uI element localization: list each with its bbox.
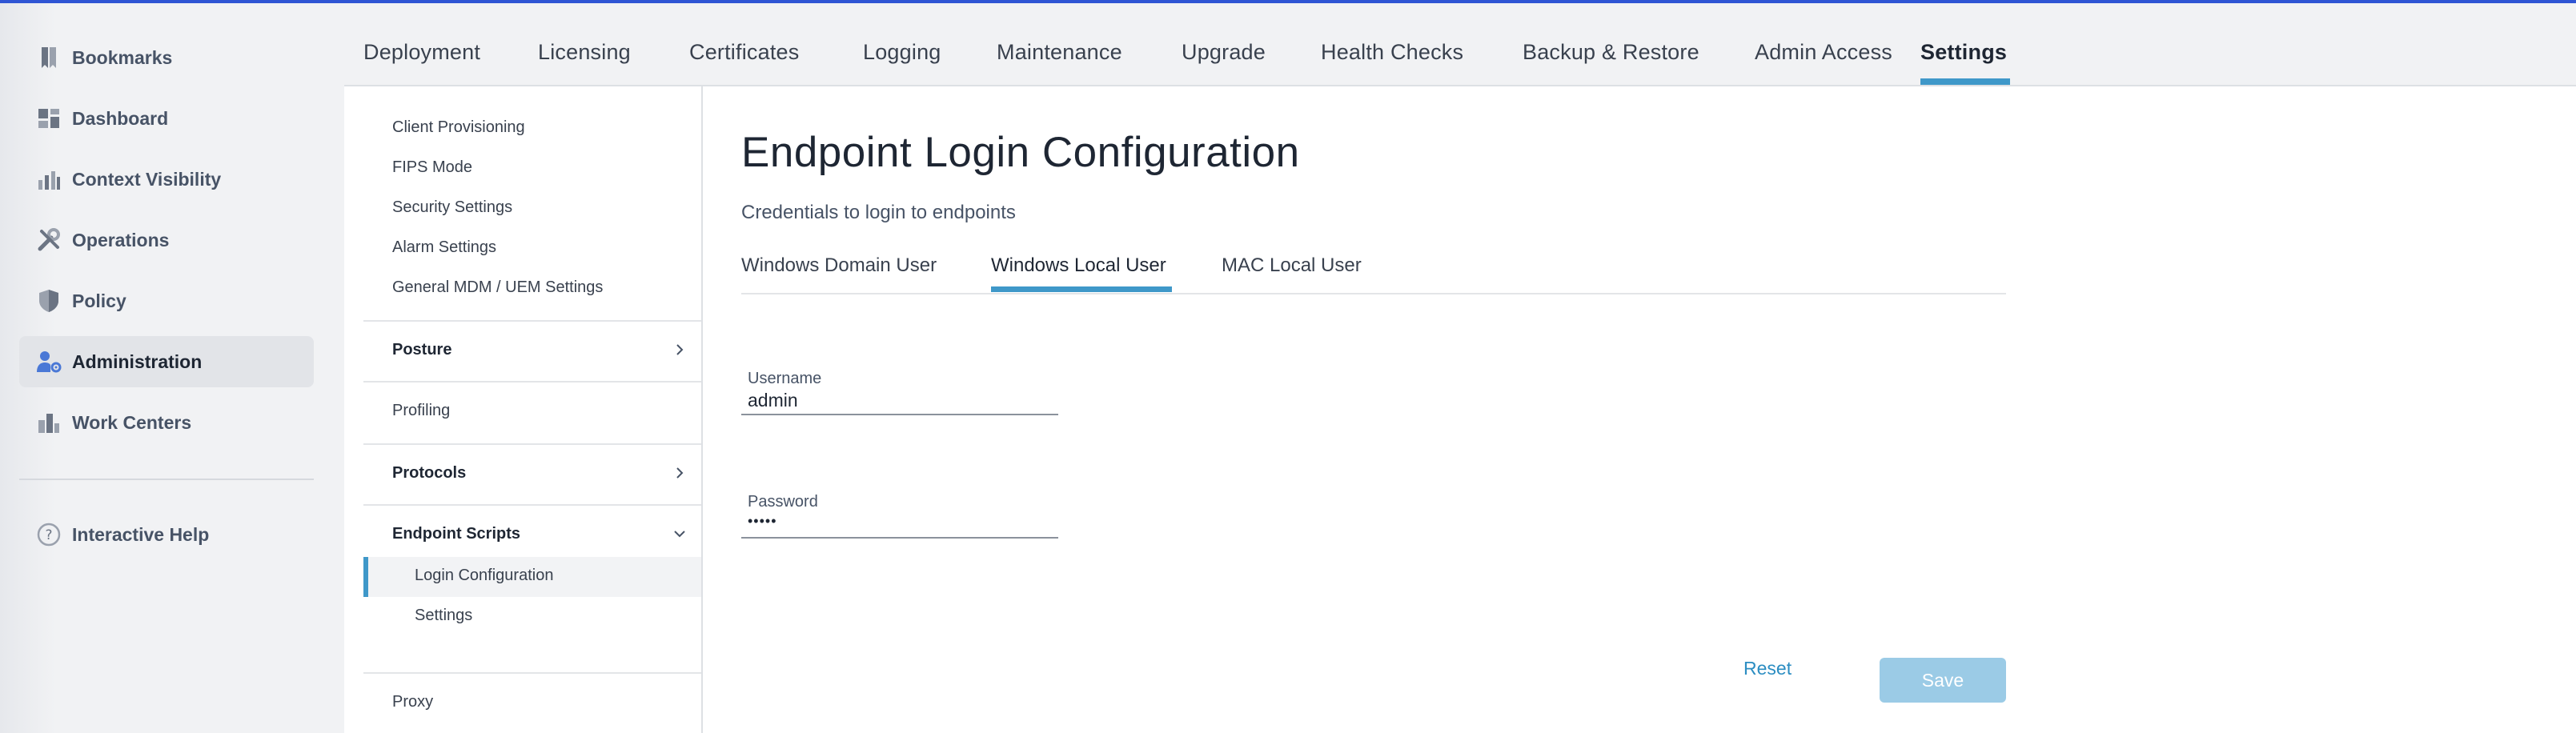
nav-item-bookmarks[interactable]: Bookmarks bbox=[19, 32, 314, 83]
nav-label-administration: Administration bbox=[72, 350, 203, 372]
tab-windows-local-user[interactable]: Windows Local User bbox=[991, 254, 1166, 277]
tab-mac-local-user[interactable]: MAC Local User bbox=[1222, 254, 1362, 277]
save-button[interactable]: Save bbox=[1880, 658, 2006, 703]
nav-item-dashboard[interactable]: Dashboard bbox=[19, 93, 314, 144]
tab-settings[interactable]: Settings bbox=[1920, 40, 2007, 65]
nav-item-interactive-help[interactable]: ? Interactive Help bbox=[19, 509, 314, 560]
operations-tools-icon bbox=[19, 214, 72, 266]
tab-windows-domain-user[interactable]: Windows Domain User bbox=[741, 254, 937, 277]
subnav-divider bbox=[363, 504, 701, 506]
policy-shield-icon bbox=[19, 275, 72, 326]
page-subtitle: Credentials to login to endpoints bbox=[741, 202, 1016, 223]
subnav-security-settings[interactable]: Security Settings bbox=[392, 198, 512, 217]
tab-deployment[interactable]: Deployment bbox=[363, 40, 480, 65]
tab-health-checks[interactable]: Health Checks bbox=[1321, 40, 1463, 65]
work-centers-icon bbox=[19, 397, 72, 448]
tab-licensing[interactable]: Licensing bbox=[538, 40, 631, 65]
dashboard-icon bbox=[19, 93, 72, 144]
subnav-divider bbox=[363, 672, 701, 674]
username-input[interactable]: admin bbox=[741, 390, 1058, 415]
active-tab-underline bbox=[1920, 78, 2010, 85]
password-label: Password bbox=[748, 493, 818, 511]
tab-certificates[interactable]: Certificates bbox=[689, 40, 799, 65]
left-navigation: Bookmarks Dashboard Context Visibility O… bbox=[0, 3, 344, 733]
nav-label-operations: Operations bbox=[72, 229, 170, 250]
subnav-fips-mode[interactable]: FIPS Mode bbox=[392, 158, 472, 177]
tab-backup-restore[interactable]: Backup & Restore bbox=[1523, 40, 1699, 65]
subnav-divider bbox=[363, 443, 701, 445]
nav-label-policy: Policy bbox=[72, 290, 126, 311]
tab-upgrade[interactable]: Upgrade bbox=[1182, 40, 1266, 65]
subnav-client-provisioning[interactable]: Client Provisioning bbox=[392, 118, 525, 137]
nav-divider bbox=[19, 479, 314, 480]
subnav-profiling[interactable]: Profiling bbox=[392, 402, 450, 420]
subnav-general-mdm-uem-settings[interactable]: General MDM / UEM Settings bbox=[392, 278, 603, 297]
subnav-login-configuration[interactable]: Login Configuration bbox=[415, 567, 553, 585]
save-button-label: Save bbox=[1921, 669, 1964, 691]
nav-label-context-visibility: Context Visibility bbox=[72, 168, 222, 190]
nav-item-context-visibility[interactable]: Context Visibility bbox=[19, 154, 314, 205]
reset-button[interactable]: Reset bbox=[1743, 658, 1792, 679]
chevron-right-icon[interactable] bbox=[672, 342, 687, 357]
context-visibility-icon bbox=[19, 154, 72, 205]
chevron-right-icon[interactable] bbox=[672, 466, 687, 480]
password-input[interactable]: ••••• bbox=[741, 513, 1058, 539]
subnav-divider bbox=[363, 320, 701, 322]
username-field[interactable]: Username admin bbox=[741, 370, 1058, 415]
inner-tab-underline bbox=[991, 286, 1172, 292]
subnav-protocols[interactable]: Protocols bbox=[392, 464, 466, 483]
nav-label-interactive-help: Interactive Help bbox=[72, 523, 210, 545]
page-title: Endpoint Login Configuration bbox=[741, 129, 1300, 176]
chevron-down-icon[interactable] bbox=[672, 527, 687, 541]
nav-label-work-centers: Work Centers bbox=[72, 411, 192, 433]
subnav-alarm-settings[interactable]: Alarm Settings bbox=[392, 238, 496, 257]
administration-user-gear-icon bbox=[19, 336, 72, 387]
main-content: Endpoint Login Configuration Credentials… bbox=[703, 86, 2576, 733]
nav-label-dashboard: Dashboard bbox=[72, 107, 169, 129]
svg-text:?: ? bbox=[45, 527, 52, 543]
subnav-endpoint-scripts[interactable]: Endpoint Scripts bbox=[392, 525, 520, 543]
nav-item-work-centers[interactable]: Work Centers bbox=[19, 397, 314, 448]
nav-item-administration[interactable]: Administration bbox=[19, 336, 314, 387]
subnav-endpoint-scripts-settings[interactable]: Settings bbox=[415, 607, 472, 625]
subnav-posture[interactable]: Posture bbox=[392, 341, 451, 359]
user-type-tabs: Windows Domain User Windows Local User M… bbox=[741, 254, 2006, 294]
nav-item-operations[interactable]: Operations bbox=[19, 214, 314, 266]
password-field[interactable]: Password ••••• bbox=[741, 493, 1058, 539]
nav-item-policy[interactable]: Policy bbox=[19, 275, 314, 326]
settings-sub-navigation: Client Provisioning FIPS Mode Security S… bbox=[363, 86, 703, 733]
tab-maintenance[interactable]: Maintenance bbox=[997, 40, 1122, 65]
subnav-proxy[interactable]: Proxy bbox=[392, 693, 433, 711]
nav-label-bookmarks: Bookmarks bbox=[72, 46, 173, 68]
bookmark-icon bbox=[19, 32, 72, 83]
help-circle-icon: ? bbox=[19, 509, 72, 560]
username-label: Username bbox=[748, 370, 822, 387]
subnav-active-indicator bbox=[363, 557, 368, 597]
tab-admin-access[interactable]: Admin Access bbox=[1755, 40, 1892, 65]
subnav-divider bbox=[363, 381, 701, 383]
top-tab-bar: Deployment Licensing Certificates Loggin… bbox=[344, 3, 2576, 86]
tab-logging[interactable]: Logging bbox=[863, 40, 941, 65]
